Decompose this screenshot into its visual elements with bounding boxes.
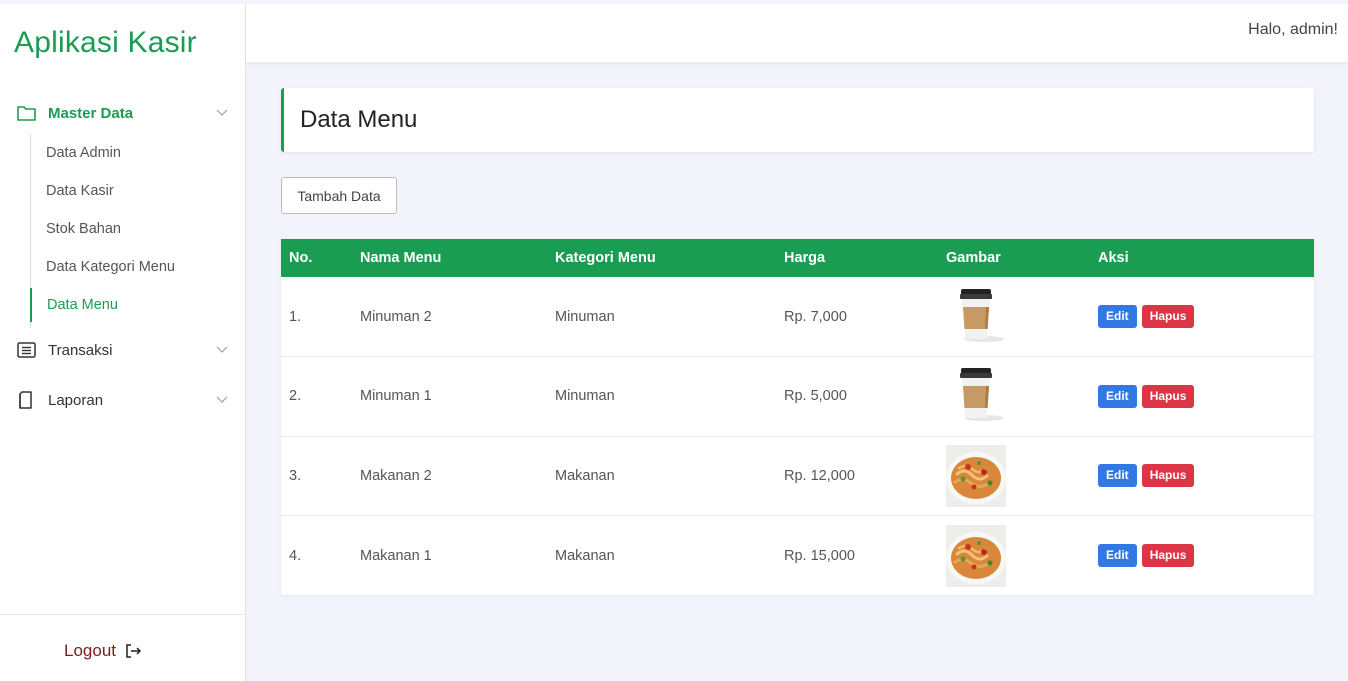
column-header-name: Nama Menu [360,250,442,266]
chevron-down-icon[interactable] [214,391,230,407]
cell-category: Makanan [555,467,615,484]
cell-no: 4. [289,547,302,564]
cell-actions: Edit Hapus [1098,516,1314,596]
cell-actions: Edit Hapus [1098,357,1314,437]
cell-image [946,436,1098,516]
cell-price: Rp. 7,000 [784,308,847,325]
sidebar-item-data-kasir[interactable]: Data Kasir [31,174,231,208]
delete-button[interactable]: Hapus [1141,305,1195,328]
delete-button[interactable]: Hapus [1141,464,1195,488]
table-row: 4. Makanan 1 Makanan Rp. 15,000 Edit Hap… [281,516,1314,596]
menu-table-container: No. Nama Menu Kategori Menu Harga Gambar… [281,239,1314,595]
cell-no: 1. [289,308,302,325]
sidebar-footer: Logout [0,614,245,681]
chevron-down-icon[interactable] [214,341,230,357]
delete-button[interactable]: Hapus [1141,384,1195,408]
cell-image [946,357,1098,437]
noodle-dish-image [946,444,1006,507]
page-header: Data Menu [281,88,1314,152]
sidebar: Aplikasi Kasir Master Data Data Admin Da… [0,4,246,681]
logout-label: Logout [64,641,116,660]
column-header-actions: Aksi [1098,250,1129,266]
menu-table: No. Nama Menu Kategori Menu Harga Gambar… [281,239,1314,595]
page-title: Data Menu [300,106,418,133]
sidebar-item-stok-bahan[interactable]: Stok Bahan [31,212,231,246]
coffee-cup-image [946,365,1006,428]
nav-group-label: Master Data [48,104,134,122]
cell-actions: Edit Hapus [1098,277,1314,357]
table-row: 2. Minuman 1 Minuman Rp. 5,000 Edit Hapu… [281,357,1314,437]
edit-button[interactable]: Edit [1098,305,1137,328]
cell-name: Makanan 1 [360,547,432,564]
column-header-price: Harga [784,250,826,266]
cell-price: Rp. 15,000 [784,547,855,564]
cell-no: 3. [289,467,302,484]
chevron-down-icon[interactable] [214,104,230,120]
app-root: Aplikasi Kasir Master Data Data Admin Da… [0,0,1348,681]
coffee-cup-image [946,285,1006,348]
edit-button[interactable]: Edit [1098,384,1137,408]
table-row: 3. Makanan 2 Makanan Rp. 12,000 Edit Hap… [281,436,1314,516]
cell-category: Minuman [555,308,615,325]
cell-category: Makanan [555,547,615,564]
table-header-row: No. Nama Menu Kategori Menu Harga Gambar… [281,239,1314,277]
cell-category: Minuman [555,388,615,405]
cell-price: Rp. 12,000 [784,467,855,484]
cell-name: Minuman 1 [360,388,432,405]
edit-button[interactable]: Edit [1098,464,1137,488]
nav-group-transaksi[interactable]: Transaksi [0,335,246,365]
edit-button[interactable]: Edit [1098,544,1137,567]
logout-button[interactable]: Logout [64,641,142,661]
table-row: 1. Minuman 2 Minuman Rp. 7,000 Edit Hapu… [281,277,1314,357]
cell-price: Rp. 5,000 [784,388,847,405]
list-icon [17,342,36,358]
app-brand: Aplikasi Kasir [14,26,197,59]
logout-icon [126,644,142,658]
noodle-dish-image [946,524,1006,587]
delete-button[interactable]: Hapus [1141,544,1195,567]
nav-group-laporan[interactable]: Laporan [0,385,246,415]
column-header-no: No. [289,250,313,266]
topbar: Halo, admin! [246,4,1348,62]
add-data-button[interactable]: Tambah Data [281,177,397,214]
sidebar-item-data-kategori-menu[interactable]: Data Kategori Menu [31,250,231,284]
column-header-category: Kategori Menu [555,250,656,266]
sidebar-item-data-admin[interactable]: Data Admin [31,136,231,170]
nav-group-master-data[interactable]: Master Data [0,98,246,128]
nav-group-label: Laporan [48,391,104,409]
cell-name: Minuman 2 [360,308,432,325]
user-greeting: Halo, admin! [1248,21,1338,38]
column-header-image: Gambar [946,250,1001,266]
cell-no: 2. [289,388,302,405]
sidebar-item-data-menu[interactable]: Data Menu [30,288,230,322]
cell-name: Makanan 2 [360,467,432,484]
nav-group-label: Transaksi [48,341,113,359]
cell-image [946,516,1098,596]
document-icon [19,391,32,409]
cell-image [946,277,1098,357]
folder-icon [17,106,36,121]
master-data-submenu: Data Admin Data Kasir Stok Bahan Data Ka… [30,134,246,328]
cell-actions: Edit Hapus [1098,436,1314,516]
